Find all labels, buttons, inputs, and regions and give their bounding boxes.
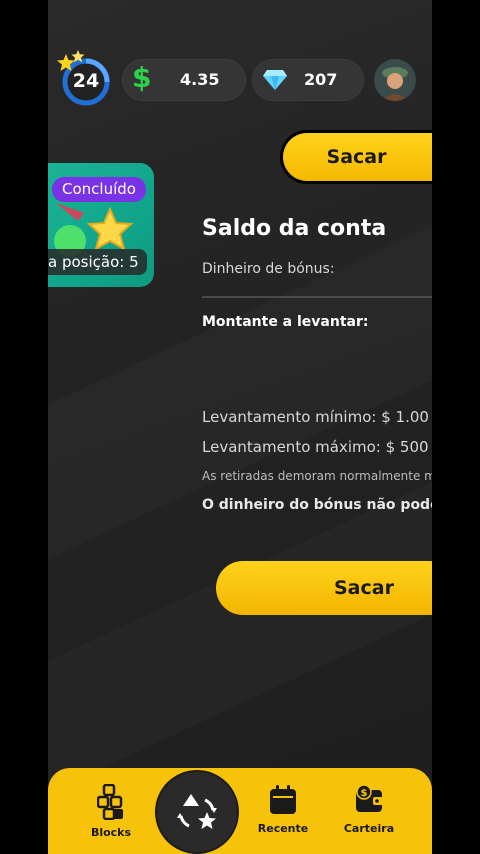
amount-to-withdraw-label: Montante a levantar: bbox=[202, 314, 369, 330]
blocks-icon bbox=[96, 783, 123, 821]
nav-label-blocks: Blocks bbox=[90, 826, 132, 839]
status-badge: Concluído bbox=[52, 177, 146, 202]
app-screen: 24 $ 4.35 207 Sacar Concluído a posição:… bbox=[48, 0, 432, 854]
center-action-button[interactable] bbox=[157, 772, 237, 852]
level-number: 24 bbox=[72, 70, 100, 92]
cash-balance-pill[interactable]: $ 4.35 bbox=[122, 59, 246, 101]
page-title: Saldo da conta bbox=[202, 216, 387, 241]
shapes-refresh-icon bbox=[177, 794, 217, 829]
nav-label-recent: Recente bbox=[257, 822, 309, 835]
bonus-money-label: Dinheiro de bónus: bbox=[202, 261, 335, 277]
nav-item-recent[interactable]: Recente bbox=[248, 784, 318, 835]
withdraw-top-button[interactable]: Sacar bbox=[280, 130, 432, 184]
avatar-icon bbox=[374, 59, 416, 101]
min-withdraw-text: Levantamento mínimo: $ 1.00 bbox=[202, 408, 429, 426]
nav-item-wallet[interactable]: $ Carteira bbox=[334, 784, 404, 835]
dollar-icon: $ bbox=[132, 61, 152, 94]
nav-label-wallet: Carteira bbox=[343, 822, 395, 835]
max-withdraw-text: Levantamento máximo: $ 500 bbox=[202, 438, 429, 456]
nav-item-blocks[interactable]: Blocks bbox=[76, 783, 146, 839]
level-badge[interactable]: 24 bbox=[57, 50, 110, 106]
calendar-icon bbox=[270, 785, 296, 814]
withdraw-top-label: Sacar bbox=[283, 133, 432, 181]
cash-amount: 4.35 bbox=[180, 70, 220, 89]
gems-amount: 207 bbox=[304, 70, 338, 89]
gems-balance-pill[interactable]: 207 bbox=[252, 59, 364, 101]
avatar[interactable] bbox=[374, 59, 416, 101]
withdraw-button[interactable]: Sacar bbox=[216, 561, 432, 615]
svg-text:$: $ bbox=[361, 788, 368, 799]
position-label: a posição: 5 bbox=[48, 249, 147, 275]
bonus-warning-text: O dinheiro do bónus não pode s bbox=[202, 497, 432, 513]
bottom-nav: Blocks Recente $ Carteira bbox=[48, 768, 432, 854]
diamond-icon bbox=[263, 70, 287, 90]
divider bbox=[202, 296, 432, 298]
withdraw-time-note: As retiradas demoram normalmente me bbox=[202, 469, 432, 483]
wallet-icon: $ bbox=[356, 784, 383, 812]
